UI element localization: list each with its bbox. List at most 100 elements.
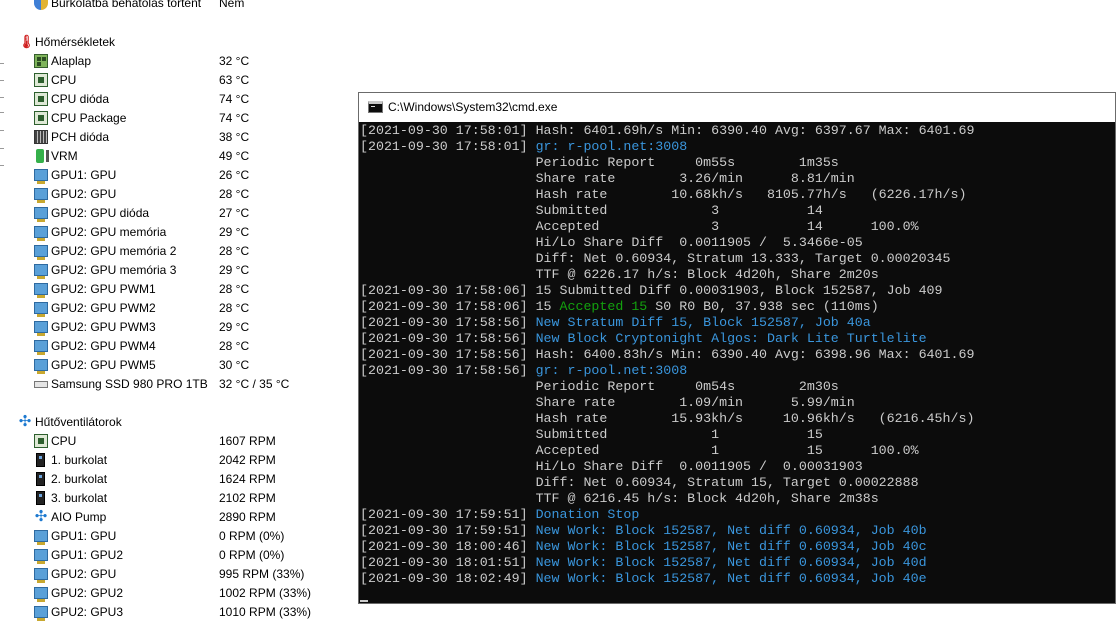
sensor-label: GPU2: GPU PWM2 (51, 301, 156, 315)
console-line: [2021-09-30 17:58:56] Hash: 6400.83h/s M… (360, 347, 974, 363)
gpu-icon (34, 568, 48, 583)
console-line: Accepted 3 14 100.0% (360, 219, 974, 235)
sensor-value: 49 °C (219, 149, 250, 163)
tree-guide (0, 130, 4, 131)
sensor-panel: Burkolatba behatolás történt Nem 🌡 Hőmér… (0, 0, 360, 637)
sensor-row[interactable]: CPU dióda 74 °C (0, 90, 360, 109)
console-line: Submitted 1 15 (360, 427, 974, 443)
sensor-row[interactable]: GPU2: GPU PWM5 30 °C (0, 356, 360, 375)
console-line: Diff: Net 0.60934, Stratum 15, Target 0.… (360, 475, 974, 491)
sensor-value: 28 °C (219, 282, 250, 296)
sensor-value: 2042 RPM (219, 453, 276, 467)
cpu-icon (34, 73, 48, 87)
section-title: Hőmérsékletek (35, 35, 116, 49)
sensor-label: CPU dióda (51, 92, 110, 106)
tree-guide (0, 148, 4, 149)
sensor-row[interactable]: PCH dióda 38 °C (0, 128, 360, 147)
sensor-value: 28 °C (219, 187, 250, 201)
log-timestamp: [2021-09-30 17:58:06] (360, 299, 536, 314)
sensor-row[interactable]: 1. burkolat 2042 RPM (0, 451, 360, 470)
sensor-row[interactable]: GPU2: GPU dióda 27 °C (0, 204, 360, 223)
tree-guide (0, 97, 4, 98)
sensor-label: GPU2: GPU dióda (51, 206, 150, 220)
cmd-titlebar[interactable]: C:\Windows\System32\cmd.exe (359, 93, 1115, 122)
sensor-row[interactable]: GPU1: GPU 26 °C (0, 166, 360, 185)
sensor-value: 2890 RPM (219, 510, 276, 524)
sensor-label: GPU2: GPU (51, 567, 117, 581)
vrm-icon (36, 149, 49, 163)
console-line: Hi/Lo Share Diff 0.0011905 / 0.00031903 (360, 459, 974, 475)
sensor-row[interactable]: CPU Package 74 °C (0, 109, 360, 128)
sensor-row[interactable]: GPU2: GPU memória 29 °C (0, 223, 360, 242)
log-text: gr: r-pool.net:3008 (535, 139, 688, 154)
sensor-row[interactable]: GPU2: GPU PWM1 28 °C (0, 280, 360, 299)
log-text: Accepted 15 (559, 299, 648, 314)
console-line: Accepted 1 15 100.0% (360, 443, 974, 459)
console-line: Periodic Report 0m55s 1m35s (360, 155, 974, 171)
log-text: gr: r-pool.net:3008 (535, 363, 688, 378)
sensor-row[interactable]: GPU1: GPU 0 RPM (0%) (0, 527, 360, 546)
log-timestamp (360, 411, 536, 426)
sensor-row[interactable]: GPU2: GPU 995 RPM (33%) (0, 565, 360, 584)
sensor-row-intrusion[interactable]: Burkolatba behatolás történt Nem (0, 0, 360, 13)
sensor-value: 1002 RPM (33%) (219, 586, 312, 600)
section-fans[interactable]: ✣ Hűtőventilátorok (0, 413, 360, 432)
log-timestamp (360, 491, 536, 506)
gpu-icon (34, 264, 48, 279)
sensor-row[interactable]: ✣ AIO Pump 2890 RPM (0, 508, 360, 527)
log-text: Submitted 3 14 (535, 203, 823, 218)
console-line: [2021-09-30 17:58:06] 15 Submitted Diff … (360, 283, 974, 299)
log-text: Accepted 3 14 100.0% (535, 219, 919, 234)
window-title: C:\Windows\System32\cmd.exe (388, 100, 558, 114)
sensor-row[interactable]: Samsung SSD 980 PRO 1TB 32 °C / 35 °C (0, 375, 360, 394)
sensor-label: GPU2: GPU (51, 187, 117, 201)
sensor-label: CPU Package (51, 111, 127, 125)
sensor-label: Alaplap (51, 54, 92, 68)
console-output[interactable]: [2021-09-30 17:58:01] Hash: 6401.69h/s M… (359, 122, 1115, 603)
sensor-row[interactable]: 3. burkolat 2102 RPM (0, 489, 360, 508)
sensor-row[interactable]: GPU2: GPU PWM4 28 °C (0, 337, 360, 356)
cmd-window[interactable]: C:\Windows\System32\cmd.exe [2021-09-30 … (358, 92, 1116, 604)
shield-icon (34, 0, 48, 10)
sensor-value: 74 °C (219, 92, 250, 106)
gpu-icon (34, 530, 48, 545)
log-timestamp: [2021-09-30 17:58:56] (360, 347, 536, 362)
chipset-icon (34, 130, 48, 144)
gpu-icon (34, 207, 48, 222)
log-text: Hash: 6401.69h/s Min: 6390.40 Avg: 6397.… (535, 123, 975, 138)
log-timestamp: [2021-09-30 17:58:56] (360, 363, 536, 378)
log-text: Periodic Report 0m54s 2m30s (535, 379, 839, 394)
sensor-row[interactable]: GPU1: GPU2 0 RPM (0%) (0, 546, 360, 565)
sensor-row[interactable]: GPU2: GPU PWM3 29 °C (0, 318, 360, 337)
sensor-row[interactable]: GPU2: GPU 28 °C (0, 185, 360, 204)
sensor-row[interactable]: VRM 49 °C (0, 147, 360, 166)
sensor-label: GPU2: GPU PWM4 (51, 339, 156, 353)
log-timestamp (360, 267, 536, 282)
log-text: S0 R0 B0, 37.938 sec (110ms) (647, 299, 879, 314)
thermometer-icon: 🌡 (18, 34, 35, 49)
sensor-row[interactable]: 2. burkolat 1624 RPM (0, 470, 360, 489)
section-temperatures[interactable]: 🌡 Hőmérsékletek (0, 33, 360, 52)
sensor-label: GPU1: GPU (51, 529, 117, 543)
sensor-row[interactable]: Alaplap 32 °C (0, 52, 360, 71)
sensor-row[interactable]: GPU2: GPU memória 3 29 °C (0, 261, 360, 280)
sensor-row[interactable]: CPU 1607 RPM (0, 432, 360, 451)
sensor-row[interactable]: CPU 63 °C (0, 71, 360, 90)
sensor-row[interactable]: GPU2: GPU3 1010 RPM (33%) (0, 603, 360, 622)
sensor-row[interactable]: GPU2: GPU memória 2 28 °C (0, 242, 360, 261)
sensor-value: 0 RPM (0%) (219, 529, 285, 543)
log-text: 15 (535, 299, 560, 314)
sensor-row[interactable]: GPU2: GPU PWM2 28 °C (0, 299, 360, 318)
log-timestamp: [2021-09-30 18:02:49] (360, 571, 536, 586)
sensor-row[interactable]: GPU2: GPU2 1002 RPM (33%) (0, 584, 360, 603)
log-timestamp (360, 251, 536, 266)
log-text: 15 Submitted Diff 0.00031903, Block 1525… (535, 283, 943, 298)
tree-guide (0, 80, 4, 81)
log-text: New Block Cryptonight Algos: Dark Lite T… (535, 331, 927, 346)
log-text: New Work: Block 152587, Net diff 0.60934… (535, 523, 927, 538)
sensor-label: GPU2: GPU2 (51, 586, 124, 600)
log-text: TTF @ 6226.17 h/s: Block 4d20h, Share 2m… (535, 267, 879, 282)
gpu-icon (34, 606, 48, 621)
sensor-value: 32 °C / 35 °C (219, 377, 290, 391)
sensor-value: 29 °C (219, 263, 250, 277)
